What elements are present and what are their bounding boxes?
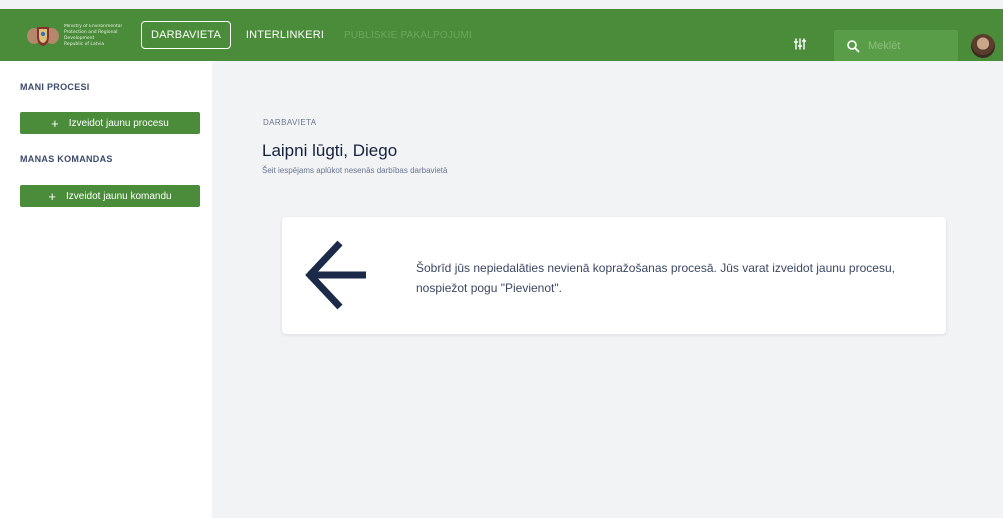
- arrow-left-icon: [305, 240, 366, 310]
- create-process-button[interactable]: + Izveidot jaunu procesu: [20, 112, 200, 134]
- nav-tab-interlinkeri[interactable]: INTERLINKERI: [246, 21, 324, 49]
- page-title: Laipni lūgti, Diego: [262, 141, 398, 160]
- user-avatar[interactable]: [971, 34, 995, 58]
- my-processes-heading: MANI PROCESI: [20, 82, 90, 92]
- create-process-label: Izveidot jaunu procesu: [68, 117, 169, 129]
- nav-tab-public-services[interactable]: PUBLISKIE PAKALPOJUMI: [342, 21, 474, 49]
- empty-state-card: Šobrīd jūs nepiedalāties nevienā kopražo…: [282, 217, 946, 334]
- logo-line: Ministry of Environmental: [64, 23, 122, 29]
- create-team-button[interactable]: + Izveidot jaunu komandu: [20, 185, 200, 207]
- coat-of-arms-icon: [27, 27, 59, 46]
- create-team-label: Izveidot jaunu komandu: [65, 190, 172, 202]
- main-content: DARBAVIETA Laipni lūgti, Diego Šeit iesp…: [212, 61, 1003, 518]
- logo-line: Republic of Latvia: [64, 41, 105, 47]
- plus-icon: +: [51, 115, 59, 131]
- search-input[interactable]: [868, 39, 958, 52]
- empty-state-message: Šobrīd jūs nepiedalāties nevienā kopražo…: [416, 261, 895, 295]
- page-subtitle: Šeit iespējams aplūkot nesenās darbības …: [262, 166, 448, 175]
- nav-tab-workspace[interactable]: DARBAVIETA: [141, 21, 231, 49]
- search-field[interactable]: [834, 30, 958, 61]
- logo-line: Protection and Regional: [64, 29, 118, 35]
- search-icon: [847, 39, 860, 52]
- breadcrumb: DARBAVIETA: [263, 118, 317, 127]
- logo-text: Ministry of Environmental Protection and…: [64, 24, 128, 47]
- my-teams-heading: MANAS KOMANDAS: [20, 154, 113, 164]
- logo-line: Development: [64, 35, 95, 41]
- ministry-logo[interactable]: Ministry of Environmental Protection and…: [26, 21, 128, 49]
- top-navigation-bar: Ministry of Environmental Protection and…: [0, 9, 1003, 61]
- plus-icon: +: [48, 188, 56, 204]
- filter-settings-icon[interactable]: [793, 37, 807, 51]
- sidebar: MANI PROCESI + Izveidot jaunu procesu MA…: [0, 61, 212, 518]
